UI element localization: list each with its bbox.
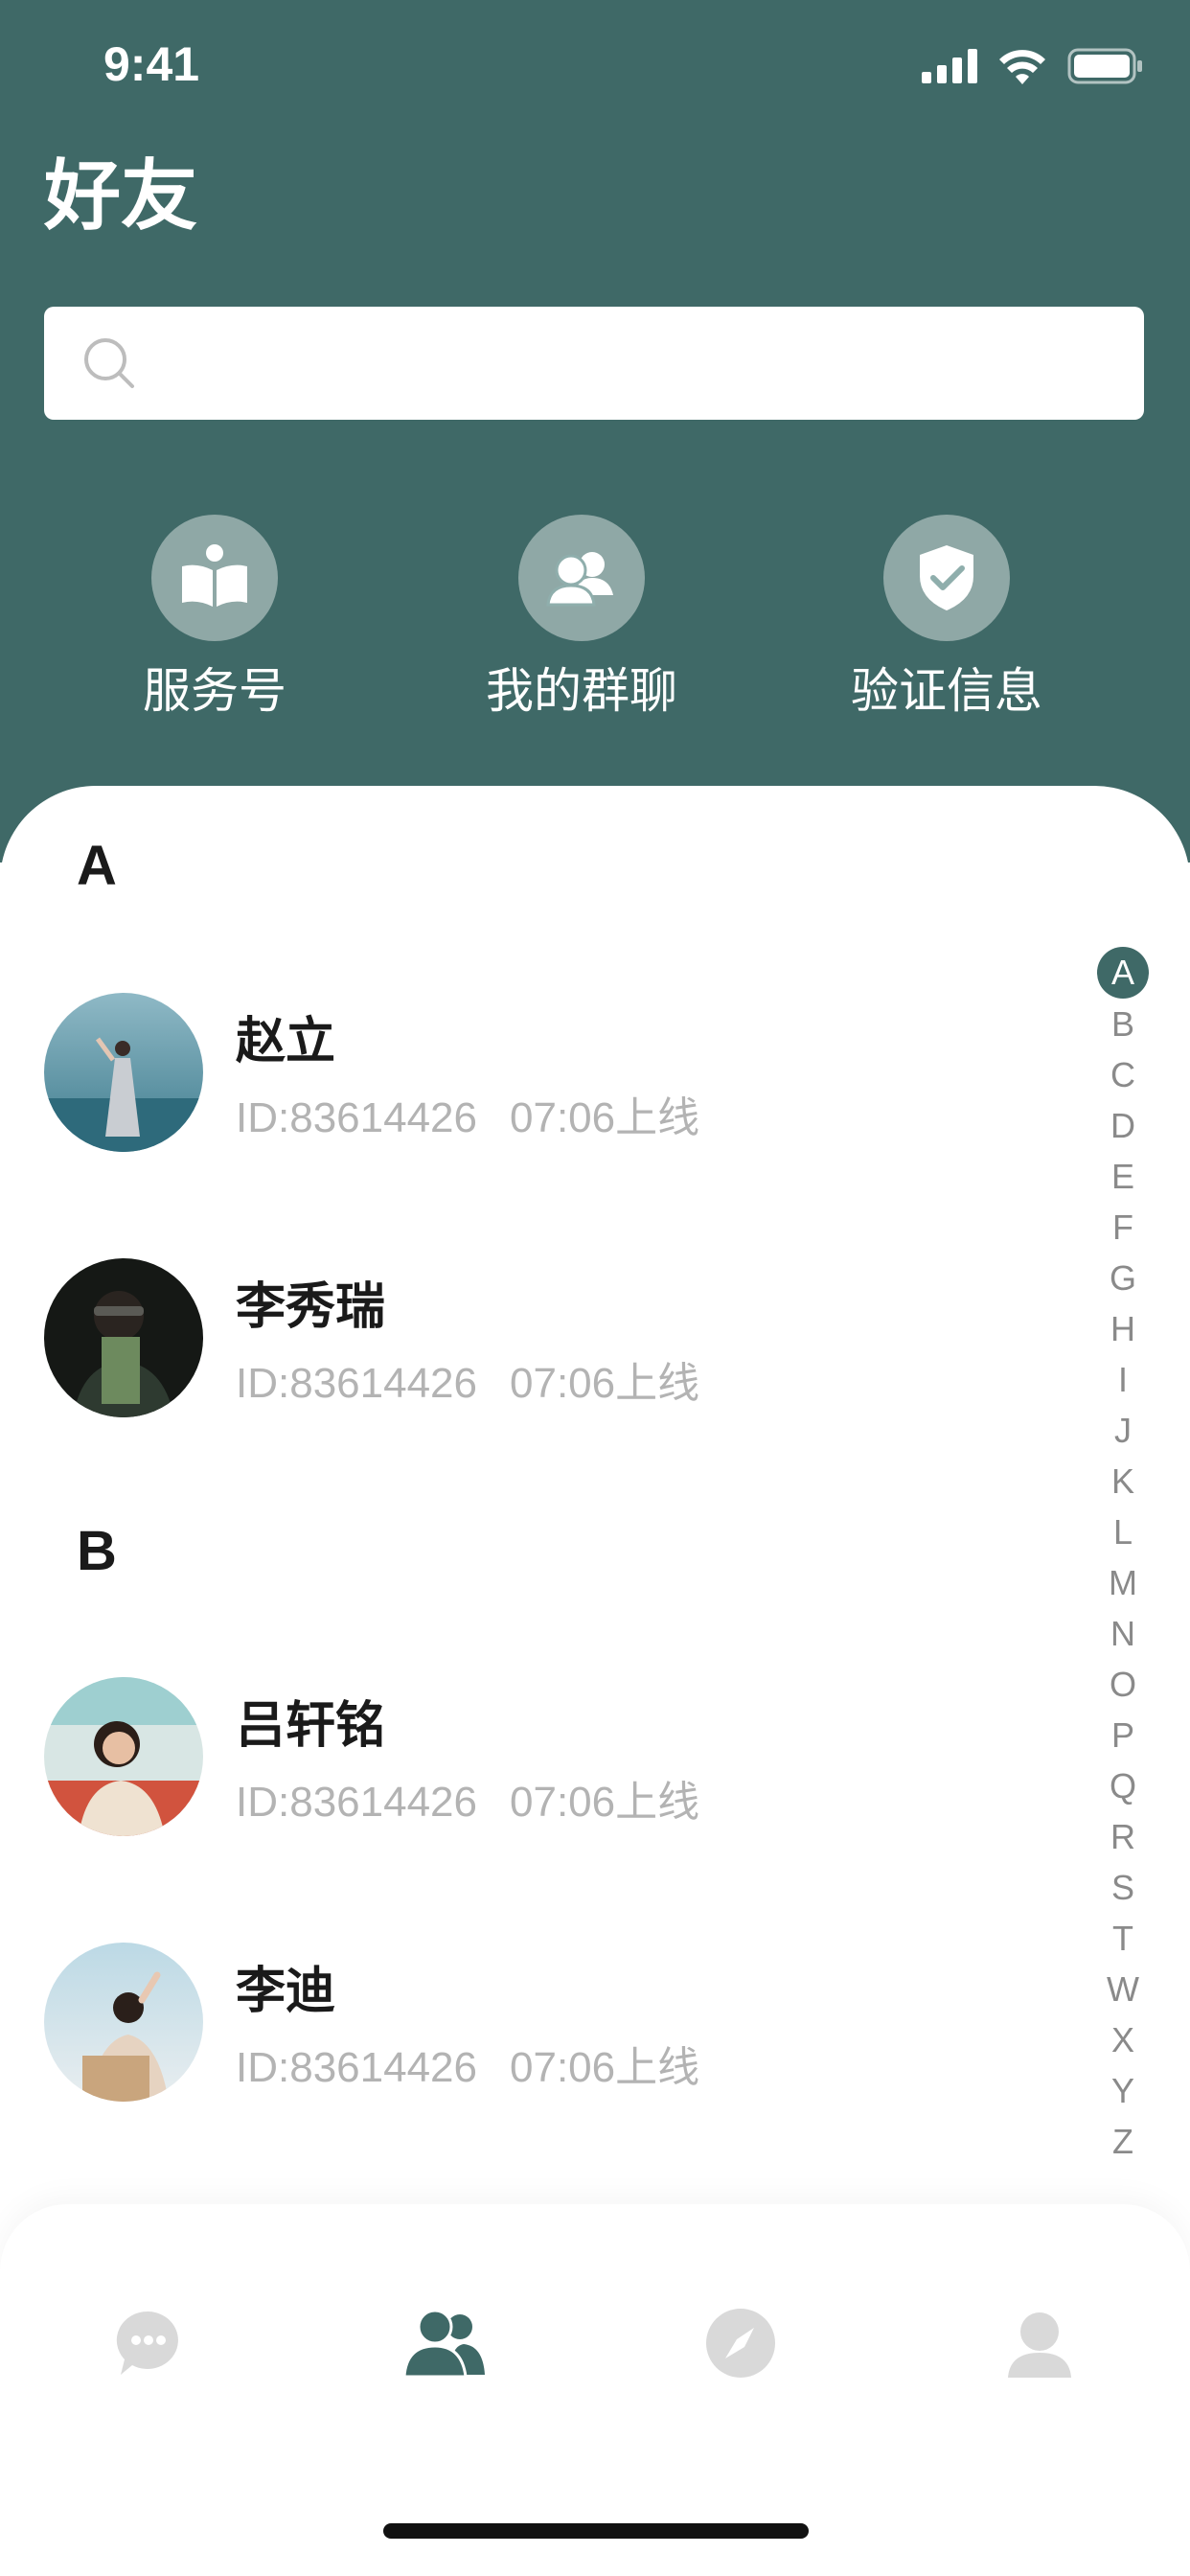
friend-id: ID:83614426	[236, 1360, 477, 1407]
alphabet-index-letter[interactable]: C	[1096, 1049, 1150, 1100]
friend-online-time: 07:06上线	[510, 1360, 700, 1407]
friend-meta: ID:83614426 07:06上线	[236, 1767, 699, 1828]
alphabet-index-letter[interactable]: P	[1096, 1710, 1150, 1760]
friend-id: ID:83614426	[236, 1094, 477, 1141]
friend-name: 李秀瑞	[236, 1278, 386, 1336]
alphabet-index-letter[interactable]: F	[1096, 1202, 1150, 1253]
friend-meta: ID:83614426 07:06上线	[236, 1348, 699, 1410]
section-header: A	[77, 835, 117, 897]
alphabet-index-letter[interactable]: X	[1096, 2014, 1150, 2065]
friend-meta: ID:83614426 07:06上线	[236, 2033, 699, 2094]
alphabet-index-letter[interactable]: I	[1096, 1354, 1150, 1405]
search-input[interactable]	[161, 340, 1123, 386]
avatar	[44, 1677, 203, 1836]
alphabet-index-letter[interactable]: M	[1096, 1557, 1150, 1608]
alphabet-index-letter[interactable]: Z	[1096, 2116, 1150, 2167]
status-icons	[922, 48, 1144, 84]
avatar	[44, 1258, 203, 1417]
alphabet-index[interactable]: ABCDEFGHIJKLMNOPQRSTWXYZ	[1096, 947, 1150, 2167]
shortcut-row: 服务号 我的群聊 验证信息	[0, 515, 1190, 725]
tab-friends[interactable]	[393, 2290, 498, 2396]
friends-list: A 赵立 ID:83614426 07:06上线 李秀瑞 ID:83614426…	[0, 786, 1190, 2223]
friend-online-time: 07:06上线	[510, 2044, 700, 2091]
friend-id: ID:83614426	[236, 2044, 477, 2091]
status-time: 9:41	[103, 37, 200, 91]
alphabet-index-letter[interactable]: N	[1096, 1608, 1150, 1659]
group-icon	[518, 515, 645, 641]
alphabet-index-letter[interactable]: L	[1096, 1506, 1150, 1557]
section-header: B	[77, 1520, 117, 1582]
search-icon	[84, 338, 134, 388]
shortcut-service-accounts[interactable]: 服务号	[71, 515, 358, 720]
chat-bubble-icon	[116, 2311, 178, 2375]
alphabet-index-letter[interactable]: G	[1096, 1253, 1150, 1303]
home-indicator[interactable]	[383, 2523, 809, 2539]
wifi-icon	[999, 50, 1045, 84]
alphabet-index-letter[interactable]: A	[1097, 947, 1149, 999]
friend-meta: ID:83614426 07:06上线	[236, 1083, 699, 1144]
friends-icon	[402, 2309, 485, 2379]
alphabet-index-letter[interactable]: K	[1096, 1456, 1150, 1506]
friend-item[interactable]: 李秀瑞 ID:83614426 07:06上线	[44, 1258, 1050, 1421]
status-bar: 9:41	[0, 0, 1190, 134]
header: 9:41 好友 服务号 我的群聊 验证信息	[0, 0, 1190, 862]
tab-bar	[0, 2204, 1190, 2576]
alphabet-index-letter[interactable]: E	[1096, 1151, 1150, 1202]
alphabet-index-letter[interactable]: B	[1096, 999, 1150, 1049]
friend-name: 赵立	[236, 1013, 336, 1070]
friend-item[interactable]: 李迪 ID:83614426 07:06上线	[44, 1943, 1050, 2105]
shortcut-label: 验证信息	[851, 663, 1042, 719]
alphabet-index-letter[interactable]: Q	[1096, 1760, 1150, 1811]
friend-id: ID:83614426	[236, 1779, 477, 1826]
friend-name: 李迪	[236, 1963, 336, 2020]
compass-icon	[706, 2309, 775, 2378]
alphabet-index-letter[interactable]: J	[1096, 1405, 1150, 1456]
alphabet-index-letter[interactable]: O	[1096, 1659, 1150, 1710]
alphabet-index-letter[interactable]: S	[1096, 1862, 1150, 1913]
search-bar[interactable]	[44, 307, 1144, 420]
friend-name: 吕轩铭	[236, 1697, 386, 1755]
alphabet-index-letter[interactable]: Y	[1096, 2065, 1150, 2116]
shortcut-label: 我的群聊	[486, 663, 677, 719]
alphabet-index-letter[interactable]: H	[1096, 1303, 1150, 1354]
avatar	[44, 1943, 203, 2102]
avatar	[44, 993, 203, 1152]
friend-item[interactable]: 赵立 ID:83614426 07:06上线	[44, 993, 1050, 1156]
tab-messages[interactable]	[96, 2290, 201, 2396]
shortcut-my-groups[interactable]: 我的群聊	[438, 515, 725, 720]
battery-icon	[1067, 48, 1142, 84]
shortcut-label: 服务号	[143, 663, 286, 719]
friends-screen: 9:41 好友 服务号 我的群聊 验证信息 A 赵立 ID:83614426 0…	[0, 0, 1190, 2576]
tab-discover[interactable]	[688, 2290, 793, 2396]
tab-profile[interactable]	[987, 2290, 1092, 2396]
shortcut-verification[interactable]: 验证信息	[803, 515, 1090, 720]
signal-icon	[922, 49, 977, 83]
alphabet-index-letter[interactable]: W	[1096, 1964, 1150, 2014]
profile-icon	[1008, 2312, 1071, 2378]
alphabet-index-letter[interactable]: T	[1096, 1913, 1150, 1964]
alphabet-index-letter[interactable]: D	[1096, 1100, 1150, 1151]
alphabet-index-letter[interactable]: R	[1096, 1811, 1150, 1862]
friend-online-time: 07:06上线	[510, 1094, 700, 1141]
friend-online-time: 07:06上线	[510, 1779, 700, 1826]
friend-item[interactable]: 吕轩铭 ID:83614426 07:06上线	[44, 1677, 1050, 1840]
book-icon	[151, 515, 278, 641]
shield-check-icon	[883, 515, 1010, 641]
page-title: 好友	[44, 151, 197, 241]
